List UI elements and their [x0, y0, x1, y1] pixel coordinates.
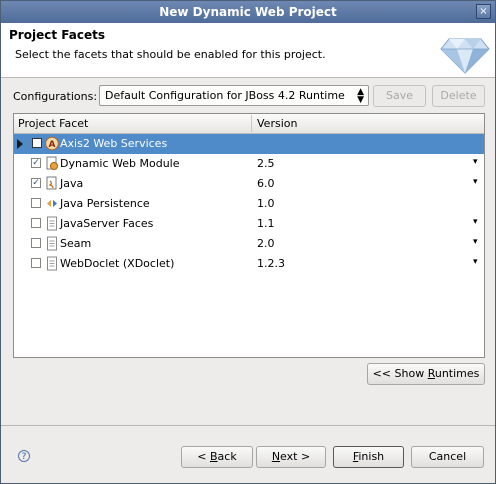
show-runtimes-button[interactable]: << Show Runtimes — [367, 363, 485, 385]
facet-checkbox[interactable] — [32, 138, 42, 148]
facet-checkbox[interactable] — [31, 218, 41, 228]
table-row[interactable]: Java Persistence 1.0 — [14, 194, 484, 214]
facet-name: JavaServer Faces — [60, 217, 154, 230]
column-header-facet[interactable]: Project Facet — [18, 117, 88, 130]
version-dropdown-icon[interactable]: ▾ — [473, 217, 478, 227]
table-row[interactable]: WebDoclet (XDoclet) 1.2.3 ▾ — [14, 254, 484, 274]
save-button[interactable]: Save — [373, 85, 426, 107]
close-icon[interactable]: × — [476, 4, 491, 19]
facet-name: Java Persistence — [60, 197, 150, 210]
help-icon[interactable]: ? — [18, 450, 30, 462]
cancel-button[interactable]: Cancel — [411, 446, 484, 468]
facet-version[interactable]: 1.1 — [257, 217, 275, 230]
facet-checkbox[interactable] — [31, 258, 41, 268]
facet-name: Axis2 Web Services — [60, 137, 168, 150]
facet-version[interactable]: 2.0 — [257, 237, 275, 250]
svg-text:A: A — [49, 140, 56, 150]
facet-checkbox[interactable] — [31, 238, 41, 248]
select-arrows-icon: ▲ ▼ — [357, 87, 364, 105]
facet-version[interactable]: 2.5 — [257, 157, 275, 170]
version-dropdown-icon[interactable]: ▾ — [473, 157, 478, 167]
table-row[interactable]: Seam 2.0 ▾ — [14, 234, 484, 254]
table-row[interactable]: JavaServer Faces 1.1 ▾ — [14, 214, 484, 234]
dialog-window: New Dynamic Web Project × Project Facets… — [0, 0, 496, 484]
configurations-label: Configurations: — [13, 90, 98, 103]
diamond-wizard-icon — [440, 38, 490, 74]
version-dropdown-icon[interactable]: ▾ — [473, 177, 478, 187]
facet-checkbox[interactable]: ✓ — [31, 178, 41, 188]
page-title: Project Facets — [9, 28, 105, 42]
page-icon — [45, 256, 59, 271]
configurations-select[interactable]: Default Configuration for JBoss 4.2 Runt… — [99, 85, 369, 106]
facets-table[interactable]: Project Facet Version A Axis2 Web Service… — [13, 113, 485, 358]
page-icon — [45, 216, 59, 231]
expand-arrow-icon[interactable] — [17, 139, 23, 149]
page-icon — [45, 236, 59, 251]
column-divider[interactable] — [251, 115, 252, 132]
java-icon — [45, 176, 59, 191]
web-module-icon — [45, 156, 59, 171]
facet-name: WebDoclet (XDoclet) — [60, 257, 175, 270]
back-button[interactable]: < Back — [181, 446, 253, 468]
window-title: New Dynamic Web Project — [159, 5, 337, 19]
table-row[interactable]: ✓ Java 6.0 ▾ — [14, 174, 484, 194]
configurations-select-value: Default Configuration for JBoss 4.2 Runt… — [105, 89, 345, 102]
facet-checkbox[interactable] — [31, 198, 41, 208]
facet-name: Java — [60, 177, 84, 190]
wizard-header: Project Facets Select the facets that sh… — [1, 23, 495, 78]
facet-version[interactable]: 6.0 — [257, 177, 275, 190]
table-row[interactable]: A Axis2 Web Services — [14, 134, 484, 154]
table-row[interactable]: ✓ Dynamic Web Module 2.5 ▾ — [14, 154, 484, 174]
table-header: Project Facet Version — [14, 114, 484, 134]
facet-version[interactable]: 1.2.3 — [257, 257, 285, 270]
facet-name: Seam — [60, 237, 92, 250]
persistence-icon — [45, 196, 59, 211]
facet-version[interactable]: 1.0 — [257, 197, 275, 210]
button-bar-separator — [1, 425, 495, 426]
axis2-icon: A — [45, 136, 59, 151]
next-button[interactable]: Next > — [256, 446, 326, 468]
version-dropdown-icon[interactable]: ▾ — [473, 257, 478, 267]
column-header-version[interactable]: Version — [257, 117, 297, 130]
finish-button[interactable]: Finish — [333, 446, 404, 468]
title-bar[interactable]: New Dynamic Web Project × — [1, 1, 495, 23]
version-dropdown-icon[interactable]: ▾ — [473, 237, 478, 247]
facet-checkbox[interactable]: ✓ — [31, 158, 41, 168]
page-description: Select the facets that should be enabled… — [15, 48, 326, 61]
facet-name: Dynamic Web Module — [60, 157, 180, 170]
delete-button[interactable]: Delete — [432, 85, 485, 107]
